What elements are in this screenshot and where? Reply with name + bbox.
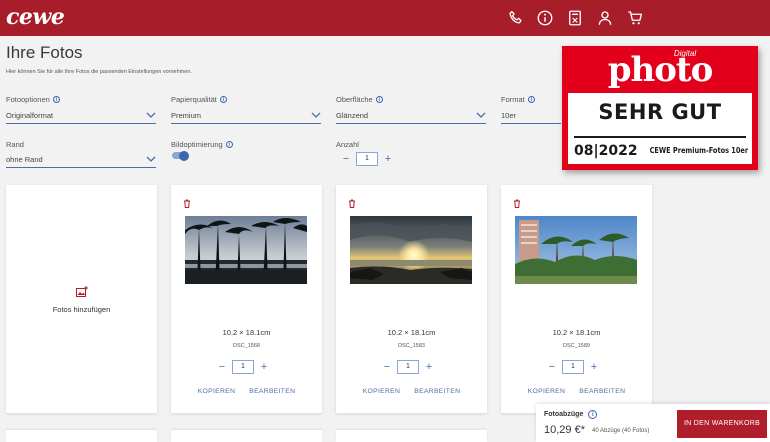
photo-card [171, 430, 322, 442]
edit-button[interactable]: BEARBEITEN [249, 388, 295, 395]
photo-quantity-stepper: − 1 + [216, 360, 270, 374]
photo-thumbnail[interactable] [185, 216, 307, 284]
quantity-input[interactable]: 1 [232, 360, 254, 374]
photo-card: 10.2 × 18.1cm DSC_1583 − 1 + KOPIEREN BE… [336, 185, 487, 413]
add-photo-icon [76, 286, 88, 297]
photo-actions: KOPIEREN BEARBEITEN [336, 388, 487, 395]
copy-button[interactable]: KOPIEREN [528, 388, 566, 395]
decrement-button[interactable]: − [546, 360, 558, 374]
info-icon[interactable]: i [375, 96, 383, 103]
info-icon[interactable]: i [52, 96, 60, 103]
format-select[interactable]: 10er [501, 109, 561, 124]
info-icon[interactable]: i [588, 410, 598, 419]
badge-rating: SEHR GUT [598, 100, 722, 124]
photo-filename: DSC_1589 [563, 343, 590, 349]
optimization-label: Bildoptimierung i [171, 140, 233, 149]
quantity-input[interactable]: 1 [397, 360, 419, 374]
photo-quantity-stepper: − 1 + [546, 360, 600, 374]
info-icon[interactable] [536, 9, 554, 27]
photo-size: 10.2 × 18.1cm [387, 328, 436, 337]
chevron-down-icon [146, 112, 156, 118]
border-select[interactable]: ohne Rand [6, 153, 156, 168]
test-award-badge: Digital photo SEHR GUT 08|2022 CEWE Prem… [562, 46, 758, 170]
phone-icon[interactable] [507, 9, 525, 27]
toggle-knob [179, 150, 189, 161]
photo-thumbnail[interactable] [350, 216, 472, 284]
order-summary: Fotoabzüge i 10,29 €* 40 Abzüge (40 Foto… [536, 404, 770, 442]
calculator-icon[interactable] [566, 9, 584, 27]
info-icon[interactable]: i [219, 96, 227, 103]
photo-card [6, 430, 157, 442]
edit-button[interactable]: BEARBEITEN [414, 388, 460, 395]
user-icon[interactable] [596, 9, 614, 27]
quantity-input[interactable]: 1 [356, 152, 378, 166]
badge-panel: SEHR GUT 08|2022 CEWE Premium-Fotos 10er [568, 93, 752, 164]
photo-filename: DSC_1583 [398, 343, 425, 349]
badge-date: 08|2022 [574, 143, 638, 159]
surface-label: Oberfläche i [336, 95, 383, 104]
decrement-button[interactable]: − [381, 360, 393, 374]
copy-button[interactable]: KOPIEREN [198, 388, 236, 395]
increment-button[interactable]: + [382, 152, 394, 166]
format-options-select[interactable]: Originalformat [6, 109, 156, 124]
photo-thumbnail[interactable] [515, 216, 637, 284]
photo-card: 10.2 × 18.1cm DSC_1568 − 1 + KOPIEREN BE… [171, 185, 322, 413]
photo-size: 10.2 × 18.1cm [552, 328, 601, 337]
border-label: Rand [6, 140, 24, 149]
page-subtitle: Hier können Sie für alle Ihre Fotos die … [6, 69, 192, 75]
optimization-toggle[interactable] [172, 150, 189, 161]
badge-divider [574, 136, 746, 138]
info-icon[interactable]: i [527, 96, 535, 103]
photo-size: 10.2 × 18.1cm [222, 328, 271, 337]
summary-price: 10,29 €* [544, 424, 585, 436]
paper-quality-label: Papierqualität i [171, 95, 227, 104]
summary-label: Fotoabzüge i [544, 410, 598, 419]
quantity-label: Anzahl [336, 140, 359, 149]
photo-actions: KOPIEREN BEARBEITEN [501, 388, 652, 395]
surface-select[interactable]: Glänzend [336, 109, 486, 124]
paper-quality-select[interactable]: Premium [171, 109, 321, 124]
add-photos-label: Fotos hinzufügen [52, 305, 111, 314]
decrement-button[interactable]: − [340, 152, 352, 166]
trash-icon[interactable] [183, 199, 191, 208]
quantity-input[interactable]: 1 [562, 360, 584, 374]
badge-product: CEWE Premium-Fotos 10er [649, 146, 748, 155]
photo-actions: KOPIEREN BEARBEITEN [171, 388, 322, 395]
badge-brand: photo [607, 50, 714, 90]
cart-icon[interactable] [626, 9, 644, 27]
photo-quantity-stepper: − 1 + [381, 360, 435, 374]
chevron-down-icon [476, 112, 486, 118]
chevron-down-icon [146, 156, 156, 162]
increment-button[interactable]: + [258, 360, 270, 374]
cewe-logo[interactable]: cewe [6, 4, 65, 30]
format-label: Format i [501, 95, 535, 104]
info-icon[interactable]: i [225, 141, 233, 148]
increment-button[interactable]: + [588, 360, 600, 374]
photo-card [336, 430, 487, 442]
photo-card: 10.2 × 18.1cm DSC_1589 − 1 + KOPIEREN BE… [501, 185, 652, 413]
add-to-cart-button[interactable]: IN DEN WARENKORB [677, 410, 767, 438]
chevron-down-icon [311, 112, 321, 118]
edit-button[interactable]: BEARBEITEN [579, 388, 625, 395]
summary-count: 40 Abzüge (40 Fotos) [592, 428, 650, 434]
decrement-button[interactable]: − [216, 360, 228, 374]
photo-filename: DSC_1568 [233, 343, 260, 349]
copy-button[interactable]: KOPIEREN [363, 388, 401, 395]
trash-icon[interactable] [513, 199, 521, 208]
trash-icon[interactable] [348, 199, 356, 208]
increment-button[interactable]: + [423, 360, 435, 374]
top-bar: cewe [0, 0, 770, 36]
page-title: Ihre Fotos [6, 43, 83, 62]
global-quantity-stepper: − 1 + [340, 152, 394, 166]
add-photos-card[interactable]: Fotos hinzufügen [6, 185, 157, 413]
format-options-label: Fotooptionen i [6, 95, 60, 104]
